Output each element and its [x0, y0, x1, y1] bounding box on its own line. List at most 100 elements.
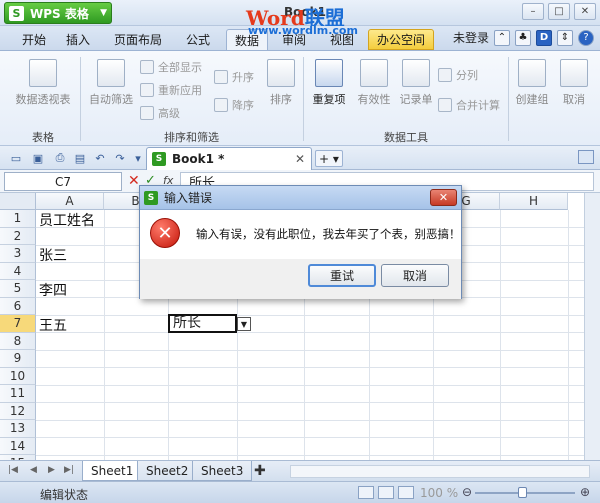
tab-insert[interactable]: 插入 — [58, 29, 98, 50]
row-header[interactable]: 9 — [0, 350, 36, 368]
row-header[interactable]: 2 — [0, 227, 36, 245]
cancel-button[interactable]: 取消 — [381, 264, 449, 287]
validity-icon — [360, 59, 388, 87]
show-all-icon — [140, 60, 154, 74]
advanced-filter-button[interactable]: 高级 — [140, 105, 180, 121]
duplicates-button[interactable]: 重复项 — [309, 59, 349, 107]
row-header[interactable]: 7 — [0, 315, 36, 333]
restore-button[interactable]: □ — [548, 3, 570, 20]
row-header[interactable]: 13 — [0, 420, 36, 438]
cell-dropdown-button[interactable]: ▼ — [237, 317, 251, 331]
print-preview-icon[interactable]: ▤ — [72, 150, 88, 166]
input-error-dialog: S 输入错误 ✕ ✕ 输入有误，没有此职位，我去年买了个表，别恶搞！ 重试 取消 — [139, 185, 462, 299]
save-icon[interactable]: ▣ — [30, 150, 46, 166]
record-form-button[interactable]: 记录单 — [396, 59, 436, 107]
sheet-tab-2[interactable]: Sheet2 — [137, 461, 198, 481]
sort-az-icon — [267, 59, 295, 87]
ungroup-button[interactable]: 取消 — [556, 59, 592, 107]
document-tab-book1[interactable]: S Book1 * ✕ — [146, 147, 312, 170]
reading-view-icon[interactable] — [398, 486, 414, 499]
zoom-out-icon[interactable]: ⊖ — [460, 485, 474, 499]
row-header[interactable]: 11 — [0, 385, 36, 403]
consolidate-icon — [438, 98, 452, 112]
group-label-data-tools: 数据工具 — [384, 131, 428, 144]
zoom-slider-handle[interactable] — [518, 487, 527, 498]
tab-page-layout[interactable]: 页面布局 — [106, 29, 170, 50]
row-header[interactable]: 12 — [0, 402, 36, 420]
last-sheet-icon[interactable]: ▶| — [64, 465, 74, 475]
close-tab-icon[interactable]: ✕ — [295, 152, 305, 166]
sheet-tab-3[interactable]: Sheet3 — [192, 461, 253, 481]
shirt-icon[interactable]: ♣ — [515, 29, 531, 46]
normal-view-icon[interactable] — [358, 486, 374, 499]
row-header[interactable]: 4 — [0, 262, 36, 280]
group-label-table: 表格 — [32, 131, 54, 144]
autofilter-button[interactable]: 自动筛选 — [86, 59, 136, 107]
cancel-entry-icon[interactable]: ✕ — [128, 173, 140, 189]
tab-formulas[interactable]: 公式 — [178, 29, 218, 50]
quick-access-dropdown-icon[interactable]: ▾ — [130, 150, 146, 166]
wps-menu-button[interactable]: S WPS 表格 ▼ — [4, 2, 112, 24]
new-tab-button[interactable]: + ▾ — [315, 150, 343, 167]
cell-a3[interactable]: 张三 — [36, 245, 67, 265]
dialog-message: 输入有误，没有此职位，我去年买了个表，别恶搞！ — [196, 227, 461, 241]
sort-descending-button[interactable]: 降序 — [214, 97, 254, 113]
split-columns-button[interactable]: 分列 — [438, 67, 478, 83]
row-header[interactable]: 3 — [0, 245, 36, 263]
help-icon[interactable]: ? — [578, 29, 594, 46]
dialog-close-button[interactable]: ✕ — [430, 189, 457, 206]
funnel-icon — [97, 59, 125, 87]
column-header[interactable]: A — [36, 193, 104, 210]
name-box[interactable]: C7 — [4, 172, 122, 191]
show-all-button[interactable]: 全部显示 — [140, 59, 202, 75]
wps-menu-label: WPS 表格 — [30, 6, 89, 21]
sheet-tab-1[interactable]: Sheet1 — [82, 461, 143, 481]
print-icon[interactable]: ⎙ — [52, 150, 68, 166]
prev-sheet-icon[interactable]: ◀ — [30, 465, 37, 475]
column-header[interactable]: H — [500, 193, 568, 210]
row-header[interactable]: 14 — [0, 437, 36, 455]
consolidate-button[interactable]: 合并计算 — [438, 97, 500, 113]
sort-button[interactable]: 排序 — [264, 59, 298, 107]
tab-home[interactable]: 开始 — [14, 29, 54, 50]
duplicates-icon — [315, 59, 343, 87]
cell-c7-active[interactable]: 所长 — [168, 314, 237, 333]
minimize-button[interactable]: – — [522, 3, 544, 20]
tab-office-space[interactable]: 办公空间 — [368, 29, 435, 50]
row-header[interactable]: 10 — [0, 367, 36, 385]
login-status[interactable]: 未登录 — [453, 29, 489, 46]
undo-icon[interactable]: ↶ — [92, 150, 108, 166]
next-sheet-icon[interactable]: ▶ — [48, 465, 55, 475]
close-window-button[interactable]: ✕ — [574, 3, 596, 20]
select-all-corner[interactable] — [0, 193, 36, 210]
zoom-in-icon[interactable]: ⊕ — [578, 485, 592, 499]
vertical-scrollbar[interactable] — [584, 193, 600, 460]
row-header[interactable]: 5 — [0, 280, 36, 298]
first-sheet-icon[interactable]: |◀ — [8, 465, 18, 475]
row-header[interactable]: 1 — [0, 210, 36, 228]
cell-a5[interactable]: 李四 — [36, 280, 67, 300]
redo-icon[interactable]: ↷ — [112, 150, 128, 166]
watermark-url: www.wordlm.com — [248, 24, 358, 37]
sort-ascending-button[interactable]: 升序 — [214, 69, 254, 85]
window-layout-icon[interactable] — [578, 150, 594, 164]
create-group-button[interactable]: 创建组 — [512, 59, 552, 107]
cell-a1[interactable]: 员工姓名 — [36, 210, 95, 230]
reapply-button[interactable]: 重新应用 — [140, 82, 202, 98]
collapse-icon[interactable]: ⌃ — [494, 29, 510, 46]
page-break-view-icon[interactable] — [378, 486, 394, 499]
row-header[interactable]: 8 — [0, 332, 36, 350]
open-folder-icon[interactable]: ▭ — [8, 150, 24, 166]
cell-a7[interactable]: 王五 — [36, 315, 67, 335]
document-tab-bar: ▭ ▣ ⎙ ▤ ↶ ↷ ▾ S Book1 * ✕ + ▾ — [0, 146, 600, 170]
row-header[interactable]: 6 — [0, 297, 36, 315]
status-mode: 编辑状态 — [40, 488, 89, 502]
pivot-table-button[interactable]: 数据透视表 — [14, 59, 72, 107]
expand-icon[interactable]: ⇕ — [557, 29, 573, 46]
docer-icon[interactable]: D — [536, 29, 552, 46]
horizontal-scrollbar[interactable] — [290, 465, 590, 478]
validity-button[interactable]: 有效性 — [354, 59, 394, 107]
add-sheet-icon[interactable]: ✚ — [254, 463, 266, 479]
retry-button[interactable]: 重试 — [308, 264, 376, 287]
group-label-sort-filter: 排序和筛选 — [164, 131, 219, 144]
